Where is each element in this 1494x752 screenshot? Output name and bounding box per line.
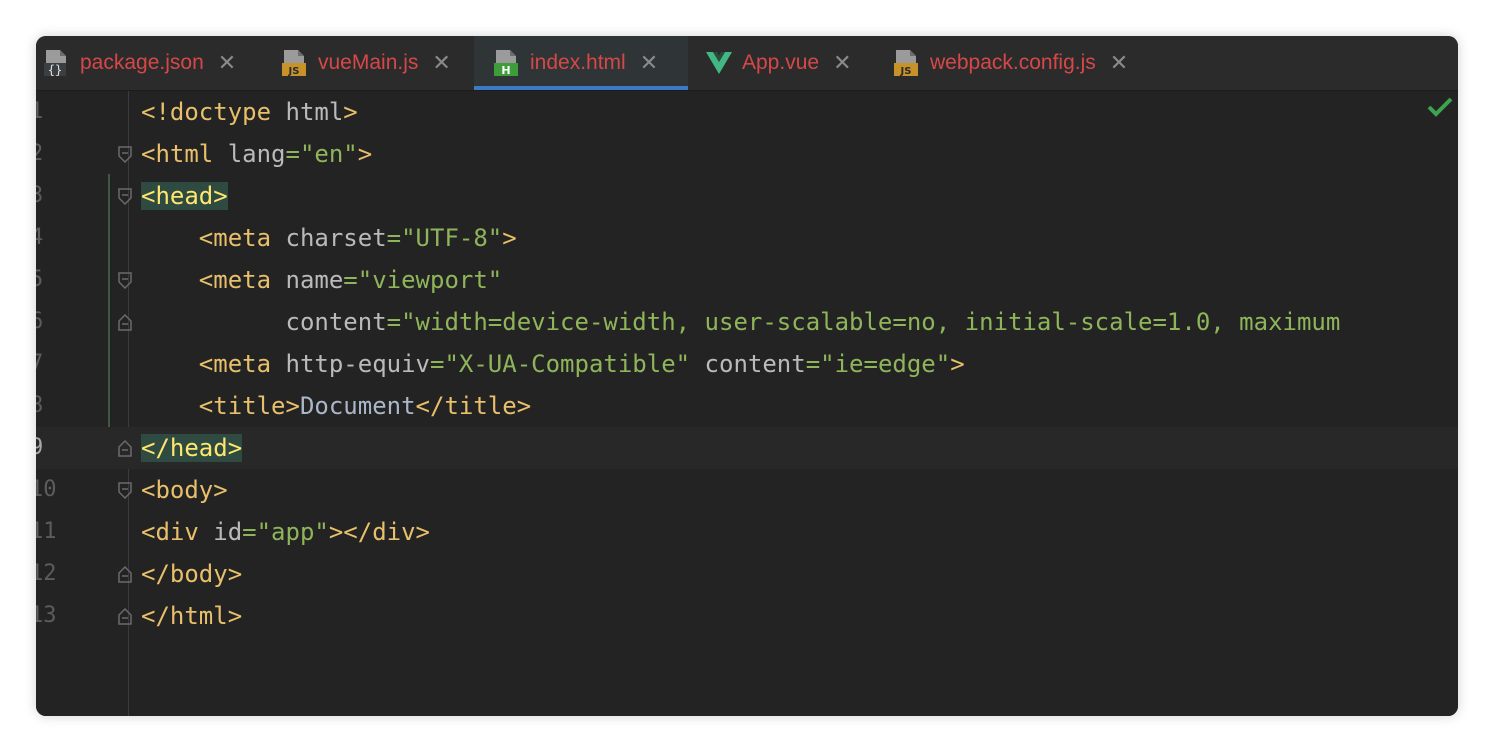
vue-file-icon [704,48,732,78]
fold-close-icon[interactable] [118,314,132,331]
fold-open-icon[interactable] [118,146,132,163]
line-number: 8 [36,393,44,418]
close-icon[interactable]: ✕ [640,51,658,76]
tab-bar: {} package.json ✕ JS vueMain.js ✕ H inde… [36,36,1458,91]
code-line[interactable]: 1 <!doctype html> [36,91,1458,133]
code-text: </body> [141,560,243,588]
tab-label: App.vue [742,51,820,74]
js-file-icon: JS [280,48,308,78]
fold-open-icon[interactable] [118,482,132,499]
code-line[interactable]: 13 </html> [36,595,1458,637]
tab-label: webpack.config.js [930,51,1096,74]
code-line[interactable]: 7 <meta http-equiv="X-UA-Compatible" con… [36,343,1458,385]
code-line[interactable]: 5 <meta name="viewport" [36,259,1458,301]
code-line[interactable]: 6 content="width=device-width, user-scal… [36,301,1458,343]
code-text: <title>Document</title> [198,392,532,420]
tab-webpack-config-js[interactable]: JS webpack.config.js ✕ [886,36,1162,90]
tab-index-html[interactable]: H index.html ✕ [474,36,688,90]
editor-window: {} package.json ✕ JS vueMain.js ✕ H inde… [36,36,1458,716]
close-icon[interactable]: ✕ [432,51,450,76]
line-number: 9 [36,435,44,460]
tab-package-json[interactable]: {} package.json ✕ [36,36,274,90]
close-icon[interactable]: ✕ [218,51,236,76]
json-file-icon: {} [42,48,70,78]
js-file-icon: JS [892,48,920,78]
code-editor[interactable]: 1 <!doctype html> 2 <html lang="en"> 3 <… [36,91,1458,716]
code-line[interactable]: 12 </body> [36,553,1458,595]
line-number: 11 [36,519,57,544]
close-icon[interactable]: ✕ [1110,51,1128,76]
code-line-current[interactable]: 9 </head> [36,427,1458,469]
code-line[interactable]: 2 <html lang="en"> [36,133,1458,175]
code-line[interactable]: 11 <div id="app"></div> [36,511,1458,553]
line-number: 6 [36,309,44,334]
code-text: <head> [141,182,228,210]
code-text: <!doctype html> [141,98,358,126]
line-number: 4 [36,225,44,250]
code-text: <meta name="viewport" [198,266,503,294]
code-line[interactable]: 8 <title>Document</title> [36,385,1458,427]
line-number: 13 [36,603,57,628]
html-file-icon: H [492,48,520,78]
code-text: <body> [141,476,228,504]
fold-close-icon[interactable] [118,566,132,583]
line-number: 10 [36,477,57,502]
tab-vuemain-js[interactable]: JS vueMain.js ✕ [274,36,474,90]
line-number: 5 [36,267,44,292]
tab-label: index.html [530,51,626,74]
code-line[interactable]: 4 <meta charset="UTF-8"> [36,217,1458,259]
svg-text:H: H [501,64,510,77]
fold-open-icon[interactable] [118,272,132,289]
line-number: 1 [36,99,44,124]
svg-text:{}: {} [48,63,62,77]
code-line[interactable]: 10 <body> [36,469,1458,511]
code-text: <meta charset="UTF-8"> [198,224,517,252]
close-icon[interactable]: ✕ [833,51,851,76]
code-text: <div id="app"></div> [141,518,431,546]
svg-text:JS: JS [288,66,300,77]
line-number: 7 [36,351,44,376]
fold-close-icon[interactable] [118,440,132,457]
tab-label: vueMain.js [318,51,419,74]
line-number: 12 [36,561,57,586]
svg-text:JS: JS [900,66,912,77]
tab-label: package.json [80,51,204,74]
code-text: <html lang="en"> [141,140,373,168]
fold-open-icon[interactable] [118,188,132,205]
code-line[interactable]: 3 <head> [36,175,1458,217]
code-text: content="width=device-width, user-scalab… [285,308,1341,336]
fold-close-icon[interactable] [118,608,132,625]
line-number: 2 [36,141,44,166]
code-text: <meta http-equiv="X-UA-Compatible" conte… [198,350,965,378]
code-text: </head> [141,434,243,462]
code-text: </html> [141,602,243,630]
line-number: 3 [36,183,44,208]
tab-app-vue[interactable]: App.vue ✕ [698,36,884,90]
